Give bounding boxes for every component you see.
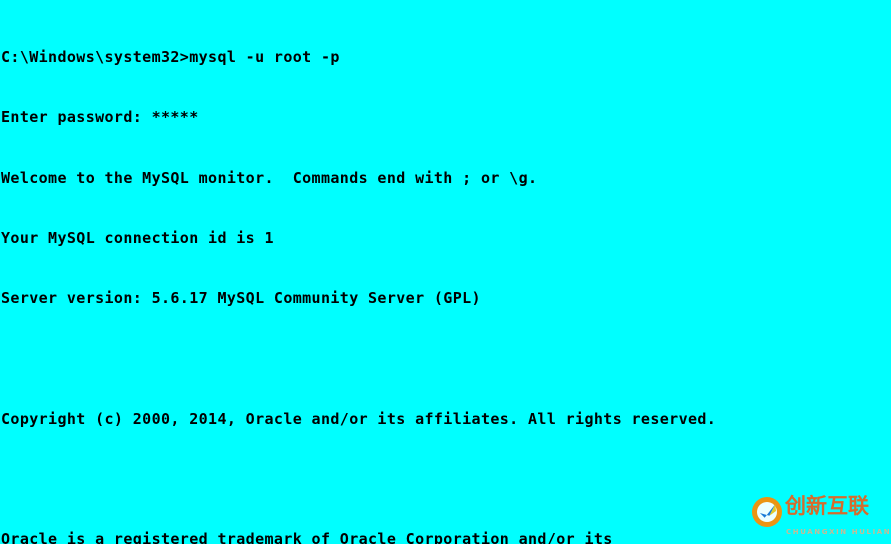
console-output: C:\Windows\system32>mysql -u root -p Ent… <box>0 7 891 544</box>
console-line-4: Server version: 5.6.17 MySQL Community S… <box>1 289 481 308</box>
console-line-6: Copyright (c) 2000, 2014, Oracle and/or … <box>1 409 717 428</box>
console-line-8: Oracle is a registered trademark of Orac… <box>1 530 613 544</box>
console-line-1: Enter password: ***** <box>1 108 199 127</box>
console-line-5 <box>0 349 891 369</box>
console-line-7 <box>0 469 891 489</box>
terminal-window[interactable]: C:\Windows\system32>mysql -u root -p Ent… <box>0 0 891 544</box>
console-line-3: Your MySQL connection id is 1 <box>1 229 274 248</box>
console-line-0: C:\Windows\system32>mysql -u root -p <box>1 48 340 67</box>
console-line-2: Welcome to the MySQL monitor. Commands e… <box>1 168 538 187</box>
